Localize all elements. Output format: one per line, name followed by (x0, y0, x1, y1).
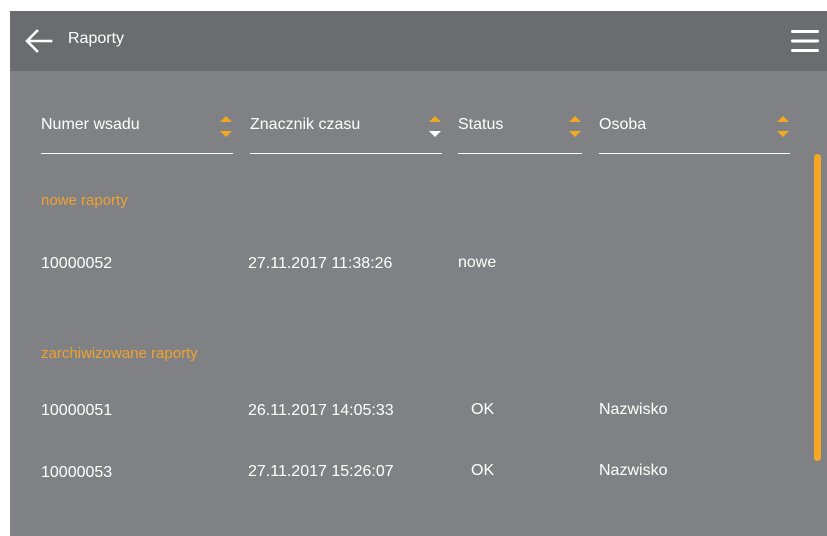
hamburger-menu-icon (791, 30, 819, 52)
cell-batch: 10000051 (41, 402, 113, 419)
cell-status: nowe (458, 254, 497, 271)
column-label-status: Status (458, 116, 504, 133)
arrow-left-icon (25, 29, 53, 53)
column-header-batch[interactable]: Numer wsadu (41, 111, 233, 154)
page-title: Raporty (68, 30, 125, 47)
column-header-timestamp[interactable]: Znacznik czasu (250, 111, 442, 154)
section-title-new-reports: nowe raporty (41, 192, 128, 209)
sort-descending-icon[interactable] (428, 111, 442, 141)
cell-status: OK (471, 401, 495, 418)
cell-batch: 10000053 (41, 464, 113, 481)
cell-person: Nazwisko (599, 401, 668, 418)
column-label-batch: Numer wsadu (41, 116, 140, 133)
column-header-person[interactable]: Osoba (599, 111, 790, 154)
app-bar: Raporty (10, 11, 827, 71)
cell-status: OK (471, 462, 495, 479)
cell-timestamp: 26.11.2017 14:05:33 (248, 402, 394, 419)
column-label-timestamp: Znacznik czasu (250, 116, 361, 133)
sort-icon[interactable] (219, 111, 233, 141)
sort-icon[interactable] (776, 111, 790, 141)
column-label-person: Osoba (599, 116, 647, 133)
cell-timestamp: 27.11.2017 15:26:07 (248, 463, 394, 480)
cell-person: Nazwisko (599, 462, 668, 479)
cell-batch: 10000052 (41, 255, 113, 272)
column-header-status[interactable]: Status (458, 111, 582, 154)
sort-icon[interactable] (568, 111, 582, 141)
section-title-archived-reports: zarchiwizowane raporty (41, 345, 198, 362)
menu-button[interactable] (791, 29, 819, 53)
back-button[interactable] (24, 28, 54, 54)
scrollbar[interactable] (814, 154, 821, 461)
app-window: Raporty Numer wsadu Znacznik czasu Statu… (10, 11, 827, 536)
cell-timestamp: 27.11.2017 11:38:26 (248, 255, 393, 272)
